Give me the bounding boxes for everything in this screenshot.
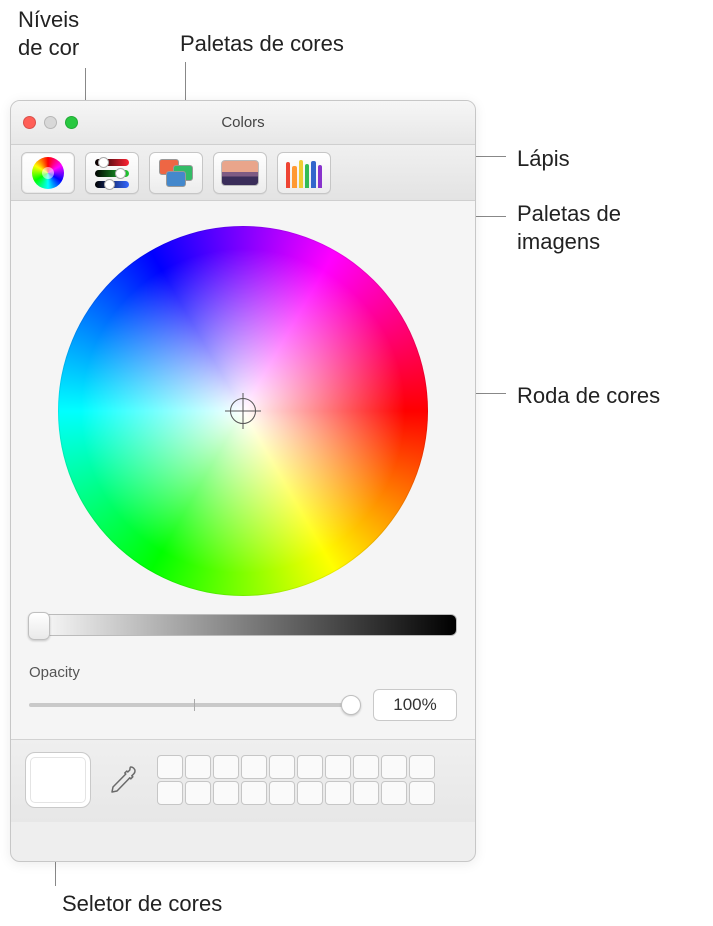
saved-swatch-cell[interactable] [213, 755, 239, 779]
saved-swatch-cell[interactable] [269, 781, 295, 805]
window-title: Colors [11, 114, 475, 131]
mode-pencils-button[interactable] [277, 152, 331, 194]
saved-swatch-cell[interactable] [297, 755, 323, 779]
callout-sliders-label: Níveis de cor [18, 6, 79, 61]
current-color-swatch[interactable] [25, 752, 91, 808]
opacity-label: Opacity [29, 664, 457, 681]
sliders-icon [95, 159, 129, 187]
brightness-slider[interactable] [29, 614, 457, 636]
image-palette-icon [221, 160, 259, 186]
opacity-slider-thumb-icon[interactable] [341, 695, 361, 715]
saved-swatch-cell[interactable] [185, 755, 211, 779]
opacity-slider[interactable] [29, 703, 359, 707]
mode-color-wheel-button[interactable] [21, 152, 75, 194]
window-titlebar: Colors [11, 101, 475, 145]
saved-swatch-cell[interactable] [381, 781, 407, 805]
callout-swatch-label: Seletor de cores [62, 890, 222, 918]
brightness-slider-thumb-icon[interactable] [28, 612, 50, 640]
saved-swatch-cell[interactable] [353, 755, 379, 779]
callout-pencils-label: Lápis [517, 145, 570, 173]
saved-swatch-cell[interactable] [269, 755, 295, 779]
palettes-icon [159, 159, 193, 187]
saved-swatch-cell[interactable] [409, 755, 435, 779]
saved-swatch-cell[interactable] [381, 755, 407, 779]
saved-swatch-cell[interactable] [157, 781, 183, 805]
saved-swatch-cell[interactable] [241, 781, 267, 805]
saved-swatches-grid [157, 755, 435, 805]
saved-swatch-cell[interactable] [185, 781, 211, 805]
pencils-icon [286, 158, 322, 188]
saved-swatch-cell[interactable] [353, 781, 379, 805]
color-wheel[interactable] [58, 226, 428, 596]
colors-window: Colors [10, 100, 476, 862]
mode-image-palettes-button[interactable] [213, 152, 267, 194]
saved-swatch-cell[interactable] [213, 781, 239, 805]
color-footer [11, 739, 475, 822]
color-picker-mode-toolbar [11, 145, 475, 201]
color-picker-body: Opacity 100% [11, 201, 475, 739]
saved-swatch-cell[interactable] [157, 755, 183, 779]
mode-color-sliders-button[interactable] [85, 152, 139, 194]
color-wheel-reticle-icon[interactable] [230, 398, 256, 424]
eyedropper-button[interactable] [107, 763, 141, 797]
saved-swatch-cell[interactable] [297, 781, 323, 805]
callout-image-palettes-label: Paletas de imagens [517, 200, 621, 255]
mode-color-palettes-button[interactable] [149, 152, 203, 194]
saved-swatch-cell[interactable] [325, 755, 351, 779]
saved-swatch-cell[interactable] [325, 781, 351, 805]
saved-swatch-cell[interactable] [409, 781, 435, 805]
callout-wheel-label: Roda de cores [517, 382, 660, 410]
color-wheel-icon [32, 157, 64, 189]
opacity-value-field[interactable]: 100% [373, 689, 457, 721]
eyedropper-icon [107, 763, 141, 797]
saved-swatch-cell[interactable] [241, 755, 267, 779]
callout-palettes-label: Paletas de cores [180, 30, 344, 58]
